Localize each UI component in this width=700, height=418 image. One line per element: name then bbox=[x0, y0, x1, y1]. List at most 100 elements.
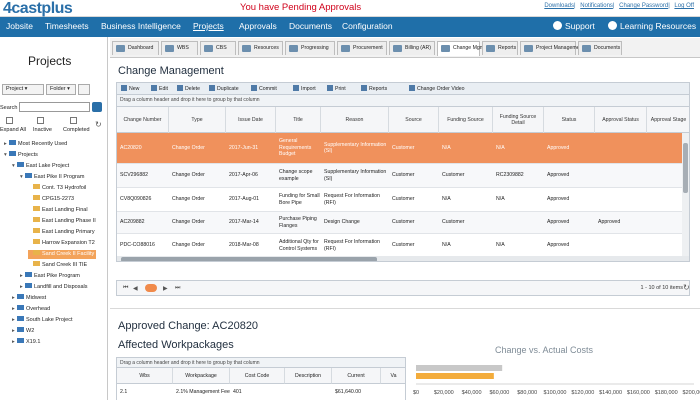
tab-label: Project Management bbox=[536, 45, 584, 51]
column-header[interactable]: Type bbox=[169, 107, 226, 133]
print-icon bbox=[327, 85, 333, 91]
change-password-link[interactable]: Change Password bbox=[619, 3, 668, 9]
tab-change-mgmt[interactable]: Change Mgmt bbox=[437, 41, 486, 56]
column-header[interactable]: Va bbox=[381, 368, 405, 384]
tree-item[interactable]: ▸ East Pike Program bbox=[20, 272, 80, 281]
tree-item[interactable]: ▸ W2 bbox=[12, 327, 34, 336]
duplicate-button[interactable]: Duplicate bbox=[209, 85, 239, 92]
table-row[interactable]: PDC-CO88016 Change Order 2018-Mar-08 Additi… bbox=[117, 234, 689, 258]
tab-reports[interactable]: Reports bbox=[482, 41, 518, 55]
tree-item[interactable]: ▸ South Lake Project bbox=[12, 316, 72, 325]
nav-support[interactable]: Support bbox=[553, 21, 595, 31]
tree-item[interactable]: East Landing Phase II bbox=[28, 217, 96, 226]
table-row[interactable]: AC20820 Change Order 2017-Jun-31 General Re… bbox=[117, 133, 689, 164]
column-header[interactable]: Approval Stage bbox=[647, 107, 689, 133]
tab-progressing[interactable]: Progressing bbox=[285, 41, 335, 55]
column-header[interactable]: Current bbox=[332, 368, 381, 384]
prev-page-button[interactable]: ◀ bbox=[133, 285, 138, 292]
tab-cbs[interactable]: CBS bbox=[200, 41, 236, 55]
grid-vertical-scrollbar[interactable] bbox=[682, 133, 689, 256]
grid-horizontal-scrollbar[interactable] bbox=[117, 256, 689, 261]
tab-wbs[interactable]: WBS bbox=[161, 41, 198, 55]
tree-item[interactable]: CPG15-2273 bbox=[28, 195, 74, 204]
last-page-button[interactable]: ⏭ bbox=[175, 285, 180, 292]
expand-all-checkbox[interactable] bbox=[6, 117, 13, 124]
column-header[interactable]: Funding Source bbox=[439, 107, 493, 133]
new-button[interactable]: New bbox=[121, 85, 139, 92]
project-search-input[interactable] bbox=[19, 102, 90, 112]
tree-item[interactable]: East Landing Primary bbox=[28, 228, 95, 237]
column-header[interactable]: Wbs bbox=[117, 368, 173, 384]
tree-item[interactable]: ▾ East Lake Project bbox=[12, 162, 69, 171]
tree-item[interactable]: ▸ X19.1 bbox=[12, 338, 40, 347]
nav-business-intelligence[interactable]: Business Intelligence bbox=[101, 21, 181, 31]
horizontal-scroll-thumb[interactable] bbox=[121, 257, 377, 261]
column-header[interactable]: Cost Code bbox=[230, 368, 285, 384]
refresh-icon[interactable]: ↻ bbox=[95, 120, 102, 129]
import-button[interactable]: Import bbox=[293, 85, 316, 92]
nav-learning-resources[interactable]: Learning Resources bbox=[608, 21, 696, 31]
nav-configuration[interactable]: Configuration bbox=[342, 21, 393, 31]
table-row[interactable]: CV8Q090826 Change Order 2017-Aug-01 Funding… bbox=[117, 188, 689, 212]
nav-documents[interactable]: Documents bbox=[289, 21, 332, 31]
column-header[interactable]: Approval Status bbox=[595, 107, 647, 133]
tab-billing-ar[interactable]: Billing (AR) bbox=[389, 41, 435, 55]
column-header[interactable]: Reason bbox=[321, 107, 389, 133]
commit-button[interactable]: Commit bbox=[251, 85, 277, 92]
tab-resources[interactable]: Resources bbox=[238, 41, 283, 55]
delete-button[interactable]: Delete bbox=[177, 85, 200, 92]
tree-item[interactable]: ▸ Overhead bbox=[12, 305, 50, 314]
project-dropdown[interactable]: Project ▾ bbox=[2, 84, 44, 95]
refresh-tree-button[interactable] bbox=[78, 84, 90, 95]
table-row[interactable]: AC209882 Change Order 2017-Mar-14 Purchase … bbox=[117, 212, 689, 234]
edit-button[interactable]: Edit bbox=[151, 85, 168, 92]
column-header[interactable]: Issue Date bbox=[226, 107, 276, 133]
completed-checkbox[interactable] bbox=[70, 117, 77, 124]
workpackages-group-hint[interactable]: Drag a column header and drop it here to… bbox=[116, 357, 406, 368]
change-order-video-button[interactable]: Change Order Video bbox=[409, 85, 465, 92]
nav-projects[interactable]: Projects bbox=[193, 21, 224, 31]
column-header[interactable]: Source bbox=[389, 107, 439, 133]
nav-approvals[interactable]: Approvals bbox=[239, 21, 277, 31]
tab-procurement[interactable]: Procurement bbox=[337, 41, 387, 55]
tab-project-management[interactable]: Project Management bbox=[520, 41, 584, 55]
column-header[interactable]: Status bbox=[544, 107, 595, 133]
nav-timesheets[interactable]: Timesheets bbox=[45, 21, 89, 31]
search-button[interactable] bbox=[92, 102, 102, 112]
tree-item-label: East Landing Final bbox=[42, 207, 88, 213]
grid-refresh-icon[interactable]: ↻ bbox=[683, 283, 690, 292]
tree-item[interactable]: ▸ Most Recently Used bbox=[4, 140, 67, 149]
first-page-button[interactable]: ⏮ bbox=[123, 285, 128, 292]
reports-button[interactable]: Reports bbox=[361, 85, 387, 92]
print-button[interactable]: Print bbox=[327, 85, 346, 92]
tree-item[interactable]: East Landing Final bbox=[28, 206, 88, 215]
downloads-link[interactable]: Downloads bbox=[544, 3, 574, 9]
app-logo[interactable]: 4castplus bbox=[3, 0, 73, 18]
group-by-hint[interactable]: Drag a column header and drop it here to… bbox=[116, 95, 690, 106]
current-page-indicator[interactable] bbox=[145, 284, 157, 292]
tree-item[interactable]: Sand Creek II Facility bbox=[28, 250, 97, 259]
tree-item[interactable]: Harrow Expansion T2 bbox=[28, 239, 95, 248]
vertical-scroll-thumb[interactable] bbox=[683, 143, 688, 193]
table-row[interactable]: SCV296882 Change Order 2017-Apr-06 Change s… bbox=[117, 164, 689, 188]
tab-dashboard[interactable]: Dashboard bbox=[112, 41, 159, 55]
tree-item[interactable]: ▸ Midwest bbox=[12, 294, 46, 303]
notifications-link[interactable]: Notifications bbox=[580, 3, 613, 9]
log-off-link[interactable]: Log Off bbox=[674, 3, 694, 9]
tab-documents[interactable]: Documents bbox=[578, 41, 622, 55]
column-header[interactable]: Change Number bbox=[117, 107, 169, 133]
tree-item[interactable]: Cont. T3 Hydrofoil bbox=[28, 184, 86, 193]
column-header[interactable]: Title bbox=[276, 107, 321, 133]
next-page-button[interactable]: ▶ bbox=[163, 285, 168, 292]
inactive-checkbox[interactable] bbox=[37, 117, 44, 124]
column-header[interactable]: Workpackage bbox=[173, 368, 230, 384]
folder-dropdown[interactable]: Folder ▾ bbox=[46, 84, 76, 95]
tree-item[interactable]: ▸ Landfill and Disposals bbox=[20, 283, 88, 292]
nav-jobsite[interactable]: Jobsite bbox=[6, 21, 33, 31]
column-header[interactable]: Description bbox=[285, 368, 332, 384]
tree-item[interactable]: ▾ Projects bbox=[4, 151, 38, 160]
pending-approvals-notice[interactable]: You have Pending Approvals bbox=[240, 2, 361, 13]
tree-item[interactable]: Sand Creek III TIE bbox=[28, 261, 87, 270]
column-header[interactable]: Funding Source Detail bbox=[493, 107, 544, 133]
tree-item[interactable]: ▾ East Pike II Program bbox=[20, 173, 84, 182]
